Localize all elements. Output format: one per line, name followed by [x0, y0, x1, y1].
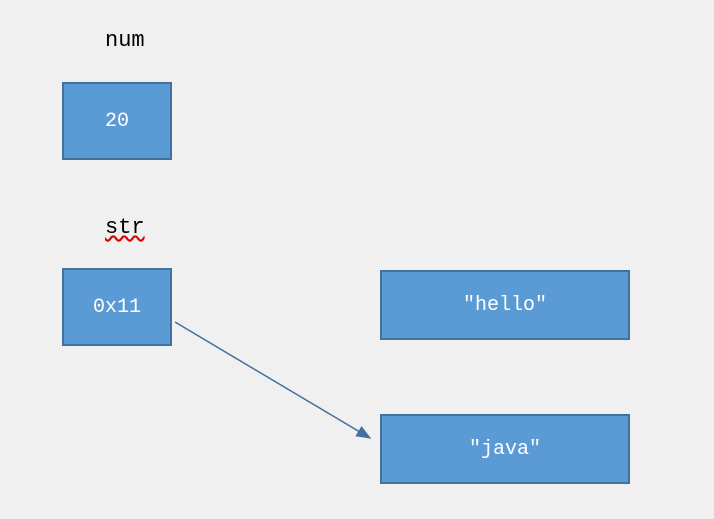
label-str: str — [105, 215, 145, 240]
hello-value-text: "hello" — [463, 294, 547, 317]
num-value-text: 20 — [105, 110, 129, 133]
label-num: num — [105, 28, 145, 53]
str-value-text: 0x11 — [93, 296, 141, 319]
box-num-value: 20 — [62, 82, 172, 160]
box-str-value: 0x11 — [62, 268, 172, 346]
box-hello: "hello" — [380, 270, 630, 340]
box-java: "java" — [380, 414, 630, 484]
java-value-text: "java" — [469, 438, 541, 461]
